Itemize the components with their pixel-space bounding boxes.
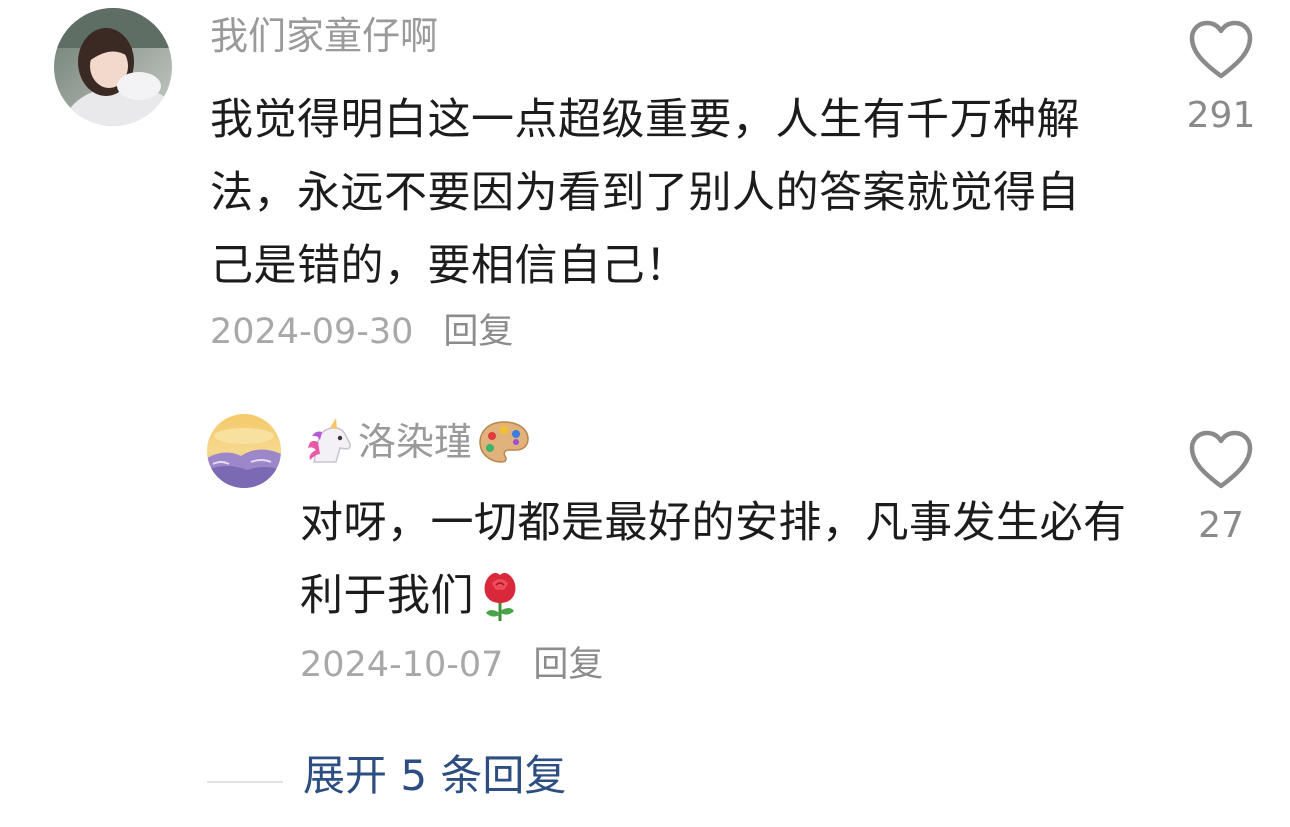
palette-emoji-icon <box>479 421 529 463</box>
reply-reply-button[interactable]: 回复 <box>533 643 603 687</box>
like-count: 291 <box>1186 95 1256 136</box>
comment-text: 我觉得明白这一点超级重要，人生有千万种解法，永远不要因为看到了别人的答案就觉得自… <box>210 95 1080 291</box>
expand-replies-label[interactable]: 展开 5 条回复 <box>303 748 566 804</box>
avatar[interactable] <box>54 8 172 126</box>
rose-emoji-icon <box>484 572 516 621</box>
expand-replies[interactable]: 展开 5 条回复 <box>207 748 566 804</box>
comment-username[interactable]: 我们家童仔啊 <box>210 14 438 58</box>
reply-username[interactable]: 洛染瑾 <box>358 420 472 464</box>
reply-avatar[interactable] <box>207 414 281 488</box>
unicorn-emoji-icon <box>308 418 351 463</box>
reply-date: 2024-10-07 <box>300 645 504 685</box>
reply-meta: 2024-10-07 回复 <box>300 643 603 687</box>
like-button[interactable]: 291 <box>1181 20 1261 138</box>
reply-like-count: 27 <box>1198 505 1244 546</box>
reply-like-button[interactable]: 27 <box>1181 430 1261 548</box>
reply-button[interactable]: 回复 <box>443 310 513 354</box>
heart-icon[interactable] <box>1188 430 1254 490</box>
comment-thread: 我们家童仔啊 我觉得明白这一点超级重要，人生有千万种解法，永远不要因为看到了别人… <box>0 0 1290 827</box>
comment-meta: 2024-09-30 回复 <box>210 310 513 354</box>
reply-username-row[interactable]: 洛染瑾 <box>300 418 532 466</box>
reply-text-body: 对呀，一切都是最好的安排，凡事发生必有利于我们 <box>300 498 1127 621</box>
divider-line <box>207 781 283 783</box>
comment-date: 2024-09-30 <box>210 312 414 352</box>
heart-icon[interactable] <box>1188 20 1254 80</box>
reply-text: 对呀，一切都是最好的安排，凡事发生必有利于我们 <box>300 487 1140 633</box>
